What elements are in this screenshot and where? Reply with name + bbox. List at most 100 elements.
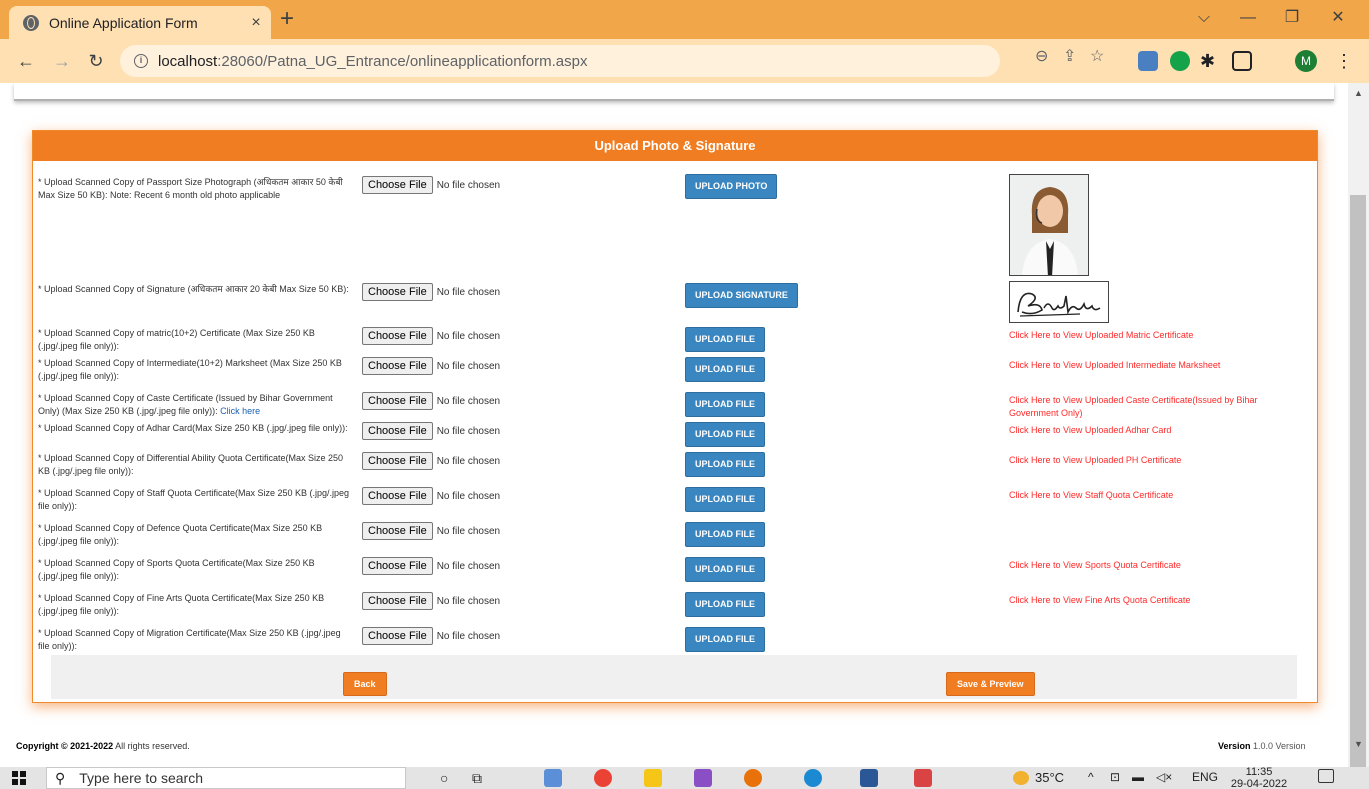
file-input-sports[interactable]: Choose File No file chosen <box>362 557 500 575</box>
task-view-icon[interactable]: ⧉ <box>472 770 482 787</box>
choose-file-button[interactable]: Choose File <box>362 422 433 440</box>
extensions-puzzle-icon[interactable]: ✱ <box>1200 49 1215 73</box>
view-uploaded-link[interactable]: Click Here to View Uploaded Adhar Card <box>1009 424 1279 437</box>
upload-file-button[interactable]: UPLOAD FILE <box>685 392 765 417</box>
taskbar-search[interactable]: ⚲ Type here to search <box>46 767 406 789</box>
menu-kebab-icon[interactable]: ⋮ <box>1335 49 1353 73</box>
file-input-defence[interactable]: Choose File No file chosen <box>362 522 500 540</box>
zoom-icon[interactable]: ⊖ <box>1035 46 1048 66</box>
upload-file-button[interactable]: UPLOAD FILE <box>685 452 765 477</box>
maximize-button[interactable]: ❐ <box>1272 6 1312 30</box>
network-icon[interactable]: ⊡ <box>1110 770 1120 784</box>
weather-temperature[interactable]: 35°C <box>1035 770 1064 785</box>
visual-studio-icon[interactable] <box>694 769 712 787</box>
taskbar-clock[interactable]: 11:35 29-04-2022 <box>1229 766 1289 789</box>
scrollbar-thumb[interactable] <box>1350 195 1366 789</box>
tab-search-chevron-icon[interactable]: ⌵ <box>1184 6 1224 30</box>
file-input-differential-ability[interactable]: Choose File No file chosen <box>362 452 500 470</box>
upload-signature-button[interactable]: UPLOAD SIGNATURE <box>685 283 798 308</box>
profile-avatar[interactable]: M <box>1295 50 1317 72</box>
choose-file-button[interactable]: Choose File <box>362 557 433 575</box>
version-text: Version 1.0.0 Version <box>1218 741 1306 751</box>
upload-file-button[interactable]: UPLOAD FILE <box>685 627 765 652</box>
file-input-caste[interactable]: Choose File No file chosen <box>362 392 500 410</box>
language-indicator[interactable]: ENG <box>1192 770 1218 784</box>
info-icon[interactable]: i <box>134 54 148 68</box>
choose-file-button[interactable]: Choose File <box>362 487 433 505</box>
browser-tab[interactable]: Online Application Form × <box>9 6 271 39</box>
file-input-staff[interactable]: Choose File No file chosen <box>362 487 500 505</box>
new-tab-button[interactable]: + <box>280 7 294 31</box>
battery-icon[interactable]: ▬ <box>1132 770 1144 784</box>
file-input-migration[interactable]: Choose File No file chosen <box>362 627 500 645</box>
upload-file-button[interactable]: UPLOAD FILE <box>685 357 765 382</box>
file-input-photo[interactable]: Choose File No file chosen <box>362 176 500 194</box>
forward-arrow-icon[interactable]: → <box>50 49 74 73</box>
choose-file-button[interactable]: Choose File <box>362 392 433 410</box>
word-icon[interactable] <box>860 769 878 787</box>
chrome-profile-icon[interactable] <box>744 769 762 787</box>
bookmark-star-icon[interactable]: ☆ <box>1090 46 1104 66</box>
cortana-icon[interactable]: ○ <box>440 770 448 786</box>
choose-file-button[interactable]: Choose File <box>362 283 433 301</box>
choose-file-button[interactable]: Choose File <box>362 176 433 194</box>
address-url[interactable]: localhost:28060/Patna_UG_Entrance/online… <box>158 53 587 70</box>
save-preview-button[interactable]: Save & Preview <box>946 672 1035 696</box>
file-input-matric[interactable]: Choose File No file chosen <box>362 327 500 345</box>
back-button[interactable]: Back <box>343 672 387 696</box>
scroll-up-icon[interactable]: ▲ <box>1354 88 1363 98</box>
upload-file-button[interactable]: UPLOAD FILE <box>685 327 765 352</box>
choose-file-button[interactable]: Choose File <box>362 592 433 610</box>
upload-label: * Upload Scanned Copy of Differential Ab… <box>38 453 343 476</box>
browser-titlebar: Online Application Form × + ⌵ — ❐ ✕ <box>0 0 1369 39</box>
upload-photo-button[interactable]: UPLOAD PHOTO <box>685 174 778 199</box>
back-arrow-icon[interactable]: ← <box>14 49 38 73</box>
tab-title: Online Application Form <box>49 14 198 31</box>
signature-image <box>1017 292 1101 317</box>
file-explorer-icon[interactable] <box>644 769 662 787</box>
choose-file-button[interactable]: Choose File <box>362 452 433 470</box>
view-uploaded-link[interactable]: Click Here to View Fine Arts Quota Certi… <box>1009 594 1279 607</box>
minimize-button[interactable]: — <box>1228 6 1268 30</box>
share-icon[interactable]: ⇪ <box>1063 46 1076 66</box>
tab-close-button[interactable]: × <box>241 14 271 32</box>
file-input-signature[interactable]: Choose File No file chosen <box>362 283 500 301</box>
upload-file-button[interactable]: UPLOAD FILE <box>685 592 765 617</box>
windows-start-icon[interactable] <box>12 771 26 785</box>
upload-file-button[interactable]: UPLOAD FILE <box>685 487 765 512</box>
choose-file-button[interactable]: Choose File <box>362 327 433 345</box>
volume-icon[interactable]: ◁× <box>1156 770 1172 784</box>
upload-file-button[interactable]: UPLOAD FILE <box>685 557 765 582</box>
file-input-intermediate[interactable]: Choose File No file chosen <box>362 357 500 375</box>
tray-chevron-icon[interactable]: ^ <box>1088 770 1094 784</box>
view-uploaded-link[interactable]: Click Here to View Uploaded Intermediate… <box>1009 359 1279 372</box>
upload-file-button[interactable]: UPLOAD FILE <box>685 422 765 447</box>
edge-icon[interactable] <box>804 769 822 787</box>
view-uploaded-link[interactable]: Click Here to View Uploaded Matric Certi… <box>1009 329 1279 342</box>
grammarly-icon[interactable] <box>1170 51 1190 71</box>
side-panel-icon[interactable] <box>1232 51 1252 71</box>
choose-file-button[interactable]: Choose File <box>362 522 433 540</box>
chrome-icon[interactable] <box>594 769 612 787</box>
app-icon-2[interactable] <box>914 769 932 787</box>
view-uploaded-link[interactable]: Click Here to View Uploaded Caste Certif… <box>1009 394 1279 420</box>
close-window-button[interactable]: ✕ <box>1318 6 1358 30</box>
file-input-adhar[interactable]: Choose File No file chosen <box>362 422 500 440</box>
upload-label-text: * Upload Scanned Copy of Caste Certifica… <box>38 393 333 416</box>
reload-icon[interactable]: ↻ <box>84 49 108 73</box>
view-uploaded-link[interactable]: Click Here to View Staff Quota Certifica… <box>1009 489 1279 502</box>
choose-file-button[interactable]: Choose File <box>362 627 433 645</box>
file-input-fine-arts[interactable]: Choose File No file chosen <box>362 592 500 610</box>
app-icon-1[interactable] <box>544 769 562 787</box>
weather-icon[interactable] <box>1013 771 1029 785</box>
scroll-down-icon[interactable]: ▼ <box>1354 739 1363 749</box>
choose-file-button[interactable]: Choose File <box>362 357 433 375</box>
address-bar[interactable]: i localhost:28060/Patna_UG_Entrance/onli… <box>120 45 1000 77</box>
notification-icon[interactable] <box>1318 769 1334 783</box>
upload-file-button[interactable]: UPLOAD FILE <box>685 522 765 547</box>
page-scrollbar[interactable]: ▲ ▼ <box>1348 83 1369 789</box>
view-uploaded-link[interactable]: Click Here to View Uploaded PH Certifica… <box>1009 454 1279 467</box>
caste-click-here-link[interactable]: Click here <box>220 406 260 416</box>
view-uploaded-link[interactable]: Click Here to View Sports Quota Certific… <box>1009 559 1279 572</box>
extension-icon[interactable] <box>1138 51 1158 71</box>
